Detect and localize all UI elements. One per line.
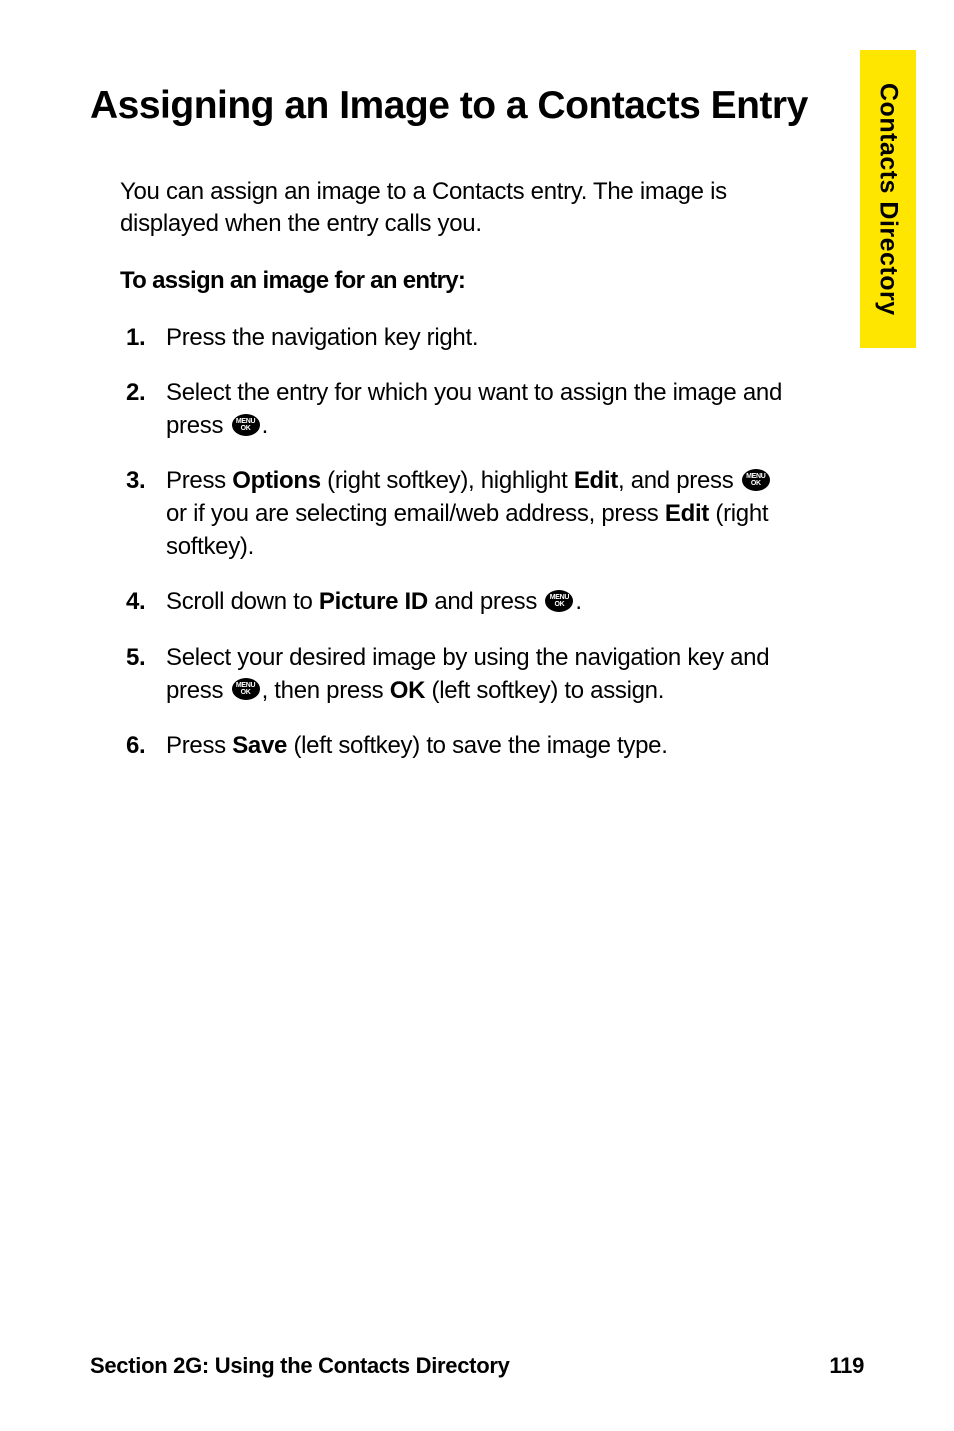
step-body: Select your desired image by using the n…	[166, 641, 794, 707]
step-body: Scroll down to Picture ID and press MENU…	[166, 585, 794, 618]
page-footer: Section 2G: Using the Contacts Directory…	[90, 1353, 864, 1379]
intro-paragraph: You can assign an image to a Contacts en…	[120, 176, 804, 241]
step-number: 6.	[120, 729, 166, 762]
step-body: Select the entry for which you want to a…	[166, 376, 794, 442]
page: Contacts Directory Assigning an Image to…	[0, 0, 954, 1431]
bold-term: Edit	[665, 500, 709, 527]
subheading: To assign an image for an entry:	[120, 267, 864, 295]
steps-list: 1.Press the navigation key right.2.Selec…	[120, 321, 794, 762]
menu-ok-icon: MENUOK	[232, 414, 260, 436]
bold-term: Picture ID	[319, 588, 428, 615]
step-item: 6.Press Save (left softkey) to save the …	[120, 729, 794, 762]
page-title: Assigning an Image to a Contacts Entry	[90, 84, 864, 128]
step-number: 5.	[120, 641, 166, 674]
bold-term: OK	[390, 677, 425, 704]
step-number: 2.	[120, 376, 166, 409]
step-item: 1.Press the navigation key right.	[120, 321, 794, 354]
step-body: Press the navigation key right.	[166, 321, 794, 354]
menu-ok-icon: MENUOK	[742, 469, 770, 491]
step-number: 3.	[120, 464, 166, 497]
step-body: Press Save (left softkey) to save the im…	[166, 729, 794, 762]
footer-section: Section 2G: Using the Contacts Directory	[90, 1353, 510, 1379]
step-item: 5.Select your desired image by using the…	[120, 641, 794, 707]
bold-term: Options	[232, 467, 321, 494]
menu-ok-icon: MENUOK	[232, 678, 260, 700]
bold-term: Save	[232, 732, 287, 759]
side-tab-label: Contacts Directory	[874, 83, 903, 316]
step-number: 4.	[120, 585, 166, 618]
step-number: 1.	[120, 321, 166, 354]
menu-ok-icon: MENUOK	[545, 590, 573, 612]
step-item: 4.Scroll down to Picture ID and press ME…	[120, 585, 794, 618]
step-item: 3.Press Options (right softkey), highlig…	[120, 464, 794, 563]
step-item: 2.Select the entry for which you want to…	[120, 376, 794, 442]
step-body: Press Options (right softkey), highlight…	[166, 464, 794, 563]
bold-term: Edit	[574, 467, 618, 494]
footer-page-number: 119	[829, 1353, 864, 1379]
side-tab: Contacts Directory	[860, 50, 916, 348]
